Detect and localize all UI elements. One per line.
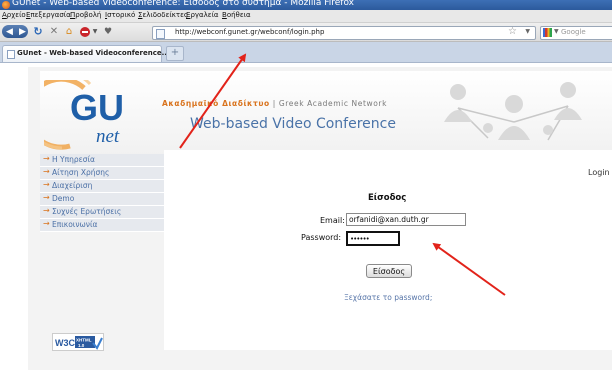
reload-button[interactable]: ↻: [32, 25, 44, 38]
arrow-right-icon: →: [43, 167, 50, 176]
sidebar-item-faq[interactable]: → Συχνές Ερωτήσεις: [40, 206, 164, 219]
main-panel: [164, 150, 612, 350]
plus-icon: +: [170, 47, 180, 58]
menu-view[interactable]: Προβολή: [70, 11, 101, 19]
menu-file[interactable]: Αρχείο: [2, 11, 26, 19]
stop-icon: ✕: [49, 26, 59, 37]
addon-button[interactable]: ♥: [102, 25, 114, 38]
window-title: GUnet - Web-based Videoconference: Είσοδ…: [12, 0, 355, 8]
sidebar-item-label: Συχνές Ερωτήσεις: [52, 207, 122, 216]
network-people-graphic: [444, 82, 582, 141]
w3c-xhtml-badge[interactable]: W3C XHTML 1.0: [52, 333, 104, 351]
menu-bar: Αρχείο Επεξεργασία Προβολή Ιστορικό Σελι…: [0, 10, 612, 23]
navigation-toolbar: ◀ ▶ ↻ ✕ ⌂ ▼ ♥ http://webconf.gunet.gr/we…: [0, 23, 612, 42]
xhtml-text: XHTML: [76, 338, 92, 343]
arrow-right-icon: →: [43, 154, 50, 163]
tagline-greek: Ακαδημαϊκό Διαδίκτυο: [162, 99, 270, 108]
page-icon: [156, 29, 165, 39]
sidebar-item-demo[interactable]: → Demo: [40, 193, 164, 206]
sidebar-item-label: Επικοινωνία: [52, 220, 98, 229]
bookmark-star-icon[interactable]: ☆: [508, 26, 517, 37]
forward-button[interactable]: ▶: [17, 25, 28, 38]
tagline-english: Greek Academic Network: [278, 99, 388, 108]
arrow-right-icon: →: [43, 193, 50, 202]
adblock-dropdown[interactable]: ▼: [92, 25, 98, 38]
menu-edit[interactable]: Επεξεργασία: [26, 11, 71, 19]
sidebar-item-label: Η Υπηρεσία: [52, 155, 95, 164]
reload-icon: ↻: [33, 25, 43, 38]
firefox-icon: [2, 1, 10, 9]
gunet-logo: GU net: [44, 80, 124, 150]
page-icon: [7, 50, 15, 59]
google-icon: [543, 28, 552, 37]
search-engine-dropdown-icon[interactable]: ▼: [554, 28, 559, 35]
sidebar-item-request[interactable]: → Αίτηση Χρήσης: [40, 167, 164, 180]
tab-strip: GUnet - Web-based Videoconference... +: [0, 42, 612, 63]
tagline-separator: |: [272, 99, 276, 108]
window-title-bar: GUnet - Web-based Videoconference: Είσοδ…: [0, 0, 612, 10]
sidebar-item-service[interactable]: → Η Υπηρεσία: [40, 154, 164, 167]
login-link[interactable]: Login: [588, 168, 610, 177]
w3c-text: W3C: [55, 338, 76, 348]
menu-help[interactable]: Βοήθεια: [222, 11, 251, 19]
search-bar[interactable]: ▼ Google: [540, 26, 612, 40]
back-arrow-icon: ◀: [6, 26, 13, 37]
address-url[interactable]: http://webconf.gunet.gr/webconf/login.ph…: [175, 28, 324, 36]
logo-sub-text: net: [96, 126, 120, 147]
adblock-button[interactable]: [79, 25, 91, 38]
tab-gunet[interactable]: GUnet - Web-based Videoconference...: [2, 45, 170, 62]
password-label: Password:: [301, 233, 342, 242]
header-title: Web-based Video Conference: [190, 116, 396, 132]
menu-history[interactable]: Ιστορικό: [105, 11, 135, 19]
sidebar-item-label: Διαχείριση: [52, 181, 93, 190]
adblock-icon: [80, 26, 90, 37]
forward-arrow-icon: ▶: [19, 26, 26, 37]
sidebar-item-label: Αίτηση Χρήσης: [52, 168, 110, 177]
chevron-down-icon: ▼: [92, 28, 98, 35]
arrow-right-icon: →: [43, 180, 50, 189]
email-label: Email:: [320, 216, 345, 225]
logo-main-text: GU: [70, 87, 124, 128]
new-tab-button[interactable]: +: [166, 46, 184, 61]
back-button[interactable]: ◀: [2, 25, 17, 38]
menu-bookmarks[interactable]: Σελιδοδείκτες: [138, 11, 188, 19]
stop-button[interactable]: ✕: [48, 25, 60, 38]
sidebar-item-contact[interactable]: → Επικοινωνία: [40, 219, 164, 232]
search-placeholder: Google: [561, 28, 586, 36]
home-icon: ⌂: [65, 26, 73, 37]
header-tagline: Ακαδημαϊκό Διαδίκτυο | Greek Academic Ne…: [162, 99, 387, 108]
login-form-title: Είσοδος: [368, 193, 407, 203]
tab-label: GUnet - Web-based Videoconference...: [17, 49, 170, 57]
login-submit-button[interactable]: Είσοδος: [366, 264, 412, 278]
sidebar-item-label: Demo: [52, 194, 75, 203]
arrow-right-icon: →: [43, 219, 50, 228]
forgot-password-link[interactable]: Ξεχάσατε το password;: [344, 293, 432, 302]
address-bar[interactable]: http://webconf.gunet.gr/webconf/login.ph…: [152, 26, 536, 40]
menu-tools[interactable]: Εργαλεία: [186, 11, 219, 19]
url-dropdown-icon[interactable]: ▼: [525, 28, 530, 35]
shield-icon: ♥: [103, 26, 113, 37]
email-field[interactable]: [346, 213, 466, 226]
password-field[interactable]: [346, 231, 400, 246]
arrow-right-icon: →: [43, 206, 50, 215]
sidebar-item-admin[interactable]: → Διαχείριση: [40, 180, 164, 193]
home-button[interactable]: ⌂: [63, 25, 75, 38]
xhtml-version-text: 1.0: [78, 343, 85, 348]
